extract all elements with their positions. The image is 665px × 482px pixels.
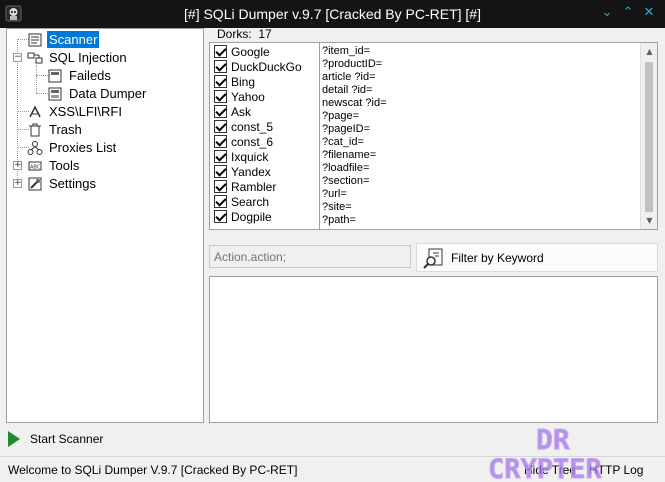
minimize-icon[interactable]: ⌃: [619, 4, 637, 22]
dr-crypter-watermark: DR CRYPTER: [488, 423, 603, 482]
filter-icon: [423, 248, 443, 269]
dork-line: ?loadfile=: [322, 162, 370, 174]
engine-checkbox-google[interactable]: Google: [214, 44, 270, 59]
engine-checkbox-dogpile[interactable]: Dogpile: [214, 209, 272, 224]
title-bar: [#] SQLi Dumper v.9.7 [Cracked By PC-RET…: [0, 0, 665, 28]
svg-text:DR: DR: [536, 423, 570, 456]
dork-line: ?filename=: [322, 149, 377, 161]
play-icon: [8, 431, 20, 447]
expander-sql-injection[interactable]: −: [13, 53, 22, 62]
checkbox-checked-icon[interactable]: [214, 45, 227, 58]
settings-icon: [28, 177, 42, 190]
tree-item-sql-injection[interactable]: SQL Injection: [27, 49, 129, 66]
dorks-scrollbar[interactable]: ▲ ▼: [640, 43, 657, 229]
xss-icon: [29, 104, 41, 117]
engine-checkbox-search[interactable]: Search: [214, 194, 269, 209]
engine-checkbox-const-6[interactable]: const_6: [214, 134, 273, 149]
search-engine-list: Google DuckDuckGo Bing Yahoo Ask const_5…: [209, 42, 320, 230]
dork-line: detail ?id=: [322, 84, 373, 96]
svg-text:CRYPTER: CRYPTER: [488, 454, 603, 482]
engine-checkbox-const-5[interactable]: const_5: [214, 119, 273, 134]
sql-injection-icon: [27, 52, 43, 63]
checkbox-checked-icon[interactable]: [214, 120, 227, 133]
dork-line: ?pageID=: [322, 123, 371, 135]
tree-item-faileds[interactable]: Faileds: [47, 67, 113, 84]
trash-icon: [29, 123, 41, 136]
filter-bar: Filter by Keyword: [209, 240, 658, 272]
checkbox-checked-icon[interactable]: [214, 165, 227, 178]
checkbox-checked-icon[interactable]: [214, 180, 227, 193]
results-list[interactable]: [209, 276, 658, 423]
checkbox-checked-icon[interactable]: [214, 135, 227, 148]
tree-item-data-dumper[interactable]: Data Dumper: [47, 85, 148, 102]
tree-item-proxies-list[interactable]: Proxies List: [27, 139, 118, 156]
keyword-filter-input[interactable]: [209, 245, 411, 268]
engine-checkbox-yandex[interactable]: Yandex: [214, 164, 271, 179]
engine-checkbox-ask[interactable]: Ask: [214, 104, 251, 119]
dork-line: ?url=: [322, 188, 347, 200]
collapse-icon[interactable]: ⌄: [598, 4, 616, 22]
tools-icon: ABC: [28, 161, 42, 170]
scroll-up-icon[interactable]: ▲: [641, 43, 657, 60]
dork-line: ?item_id=: [322, 45, 371, 57]
proxies-icon: [27, 140, 43, 155]
dork-line: article ?id=: [322, 71, 376, 83]
dorks-textarea[interactable]: ?item_id= ?productID= article ?id= detai…: [319, 42, 658, 230]
status-text: Welcome to SQLi Dumper V.9.7 [Cracked By…: [8, 463, 298, 477]
svg-text:ABC: ABC: [30, 164, 41, 170]
dork-line: ?section=: [322, 175, 370, 187]
scanner-icon: [28, 33, 42, 46]
dork-line: ?site=: [322, 201, 352, 213]
dork-line: ?cat_id=: [322, 136, 364, 148]
faileds-icon: [48, 69, 62, 82]
dork-line: ?page=: [322, 110, 360, 122]
checkbox-checked-icon[interactable]: [214, 90, 227, 103]
tree-item-settings[interactable]: Settings: [27, 175, 98, 192]
checkbox-checked-icon[interactable]: [214, 195, 227, 208]
dork-line: newscat ?id=: [322, 97, 387, 109]
checkbox-checked-icon[interactable]: [214, 75, 227, 88]
expander-tools[interactable]: +: [13, 161, 22, 170]
checkbox-checked-icon[interactable]: [214, 210, 227, 223]
scrollbar-thumb[interactable]: [645, 62, 653, 212]
checkbox-checked-icon[interactable]: [214, 105, 227, 118]
dork-line: ?productID=: [322, 58, 383, 70]
engine-checkbox-bing[interactable]: Bing: [214, 74, 255, 89]
expander-settings[interactable]: +: [13, 179, 22, 188]
engine-checkbox-rambler[interactable]: Rambler: [214, 179, 276, 194]
dorks-count-label: Dorks: 17: [217, 27, 272, 41]
tree-item-scanner[interactable]: Scanner: [27, 31, 100, 48]
checkbox-checked-icon[interactable]: [214, 60, 227, 73]
tree-item-trash[interactable]: Trash: [27, 121, 84, 138]
data-dumper-icon: [48, 87, 62, 100]
dorks-count: 17: [258, 27, 272, 41]
filter-by-keyword-button[interactable]: Filter by Keyword: [416, 243, 658, 272]
start-scanner-button[interactable]: Start Scanner: [6, 428, 103, 450]
close-icon[interactable]: ✕: [640, 4, 658, 22]
engine-checkbox-duckduckgo[interactable]: DuckDuckGo: [214, 59, 302, 74]
tree-item-tools[interactable]: ABC Tools: [27, 157, 81, 174]
window-title: [#] SQLi Dumper v.9.7 [Cracked By PC-RET…: [184, 6, 481, 22]
engine-checkbox-yahoo[interactable]: Yahoo: [214, 89, 265, 104]
scroll-down-icon[interactable]: ▼: [641, 212, 657, 229]
checkbox-checked-icon[interactable]: [214, 150, 227, 163]
tree-item-xss-lfi-rfi[interactable]: XSS\LFI\RFI: [27, 103, 124, 120]
engine-checkbox-ixquick[interactable]: Ixquick: [214, 149, 268, 164]
dork-line: ?path=: [322, 214, 356, 226]
navigation-tree: − + + Scanner SQL Injection Faileds Data…: [6, 28, 204, 423]
